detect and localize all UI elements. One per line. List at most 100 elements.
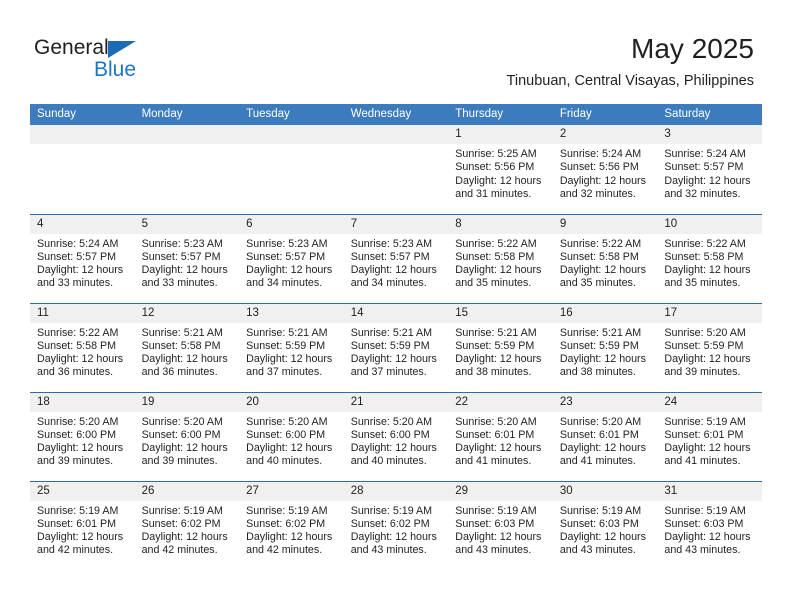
sunset-time: Sunset: 6:03 PM [455, 517, 535, 530]
calendar-day-cell[interactable]: 1 Sunrise: 5:25 AM Sunset: 5:56 PM Daylight… [448, 125, 553, 214]
daylight-duration-line1: Daylight: 12 hours [141, 264, 228, 277]
calendar-day-cell[interactable]: 22 Sunrise: 5:20 AM Sunset: 6:01 PM Dayligh… [448, 391, 553, 481]
sunrise-time: Sunrise: 5:20 AM [350, 415, 433, 428]
daylight-duration-line2: and 31 minutes. [455, 187, 532, 200]
daylight-duration-line1: Daylight: 12 hours [664, 174, 751, 187]
calendar-day-cell[interactable]: 14 Sunrise: 5:21 AM Sunset: 5:59 PM Dayligh… [343, 302, 449, 392]
daylight-duration-line1: Daylight: 12 hours [350, 442, 437, 455]
calendar-cell-inner: 27 Sunrise: 5:19 AM Sunset: 6:02 PM Dayligh… [239, 481, 344, 571]
calendar-head: Sunday Monday Tuesday Wednesday Thursday… [30, 104, 762, 125]
calendar-cell-inner: 23 Sunrise: 5:20 AM Sunset: 6:01 PM Dayligh… [552, 392, 658, 481]
calendar-day-cell[interactable]: 25 Sunrise: 5:19 AM Sunset: 6:01 PM Dayligh… [30, 480, 135, 570]
daylight-duration-line2: and 43 minutes. [455, 544, 532, 557]
daylight-duration-line1: Daylight: 12 hours [246, 531, 333, 544]
day-number: 14 [343, 303, 449, 323]
calendar-day-cell[interactable]: 7 Sunrise: 5:23 AM Sunset: 5:57 PM Daylight… [343, 213, 449, 303]
daylight-duration-line2: and 35 minutes. [559, 277, 636, 290]
calendar-cell-inner [239, 125, 344, 214]
daylight-duration-line2: and 40 minutes. [350, 455, 427, 468]
sunset-time: Sunset: 5:56 PM [559, 161, 639, 174]
calendar-day-cell[interactable]: 11 Sunrise: 5:22 AM Sunset: 5:58 PM Dayligh… [30, 302, 135, 392]
sunrise-time: Sunrise: 5:19 AM [664, 504, 746, 517]
day-details: Sunrise: 5:19 AM Sunset: 6:01 PM Daylight:… [657, 412, 762, 469]
calendar-day-cell[interactable]: 19 Sunrise: 5:20 AM Sunset: 6:00 PM Dayligh… [134, 391, 240, 481]
daylight-duration-line2: and 41 minutes. [559, 455, 636, 468]
calendar-day-cell[interactable]: 27 Sunrise: 5:19 AM Sunset: 6:02 PM Dayligh… [239, 480, 344, 571]
sunset-time: Sunset: 5:58 PM [664, 250, 744, 263]
calendar-cell-inner: 9 Sunrise: 5:22 AM Sunset: 5:58 PM Daylight… [552, 214, 658, 303]
calendar-day-cell[interactable]: 12 Sunrise: 5:21 AM Sunset: 5:58 PM Dayligh… [134, 302, 240, 392]
day-number: 25 [30, 481, 135, 501]
calendar-day-cell[interactable]: 3 Sunrise: 5:24 AM Sunset: 5:57 PM Daylight… [657, 125, 762, 214]
calendar-day-cell[interactable]: 29 Sunrise: 5:19 AM Sunset: 6:03 PM Dayligh… [448, 480, 553, 570]
sunset-time: Sunset: 6:02 PM [141, 517, 221, 530]
calendar-day-cell[interactable]: 24 Sunrise: 5:19 AM Sunset: 6:01 PM Dayligh… [657, 391, 762, 481]
day-number: 10 [657, 214, 762, 234]
daylight-duration-line2: and 35 minutes. [664, 277, 741, 290]
sunset-time: Sunset: 6:00 PM [141, 428, 221, 441]
day-number: 26 [134, 481, 240, 501]
calendar-day-cell[interactable]: 10 Sunrise: 5:22 AM Sunset: 5:58 PM Dayligh… [657, 213, 762, 303]
daylight-duration-line1: Daylight: 12 hours [664, 353, 751, 366]
calendar-day-cell[interactable]: 2 Sunrise: 5:24 AM Sunset: 5:56 PM Daylight… [552, 125, 658, 214]
sunset-time: Sunset: 5:58 PM [37, 339, 117, 352]
weekday-header-sunday: Sunday [30, 104, 135, 125]
logo-text-blue: Blue [94, 58, 137, 81]
calendar-day-cell[interactable]: 31 Sunrise: 5:19 AM Sunset: 6:03 PM Dayligh… [657, 480, 762, 570]
calendar-day-cell[interactable]: 23 Sunrise: 5:20 AM Sunset: 6:01 PM Dayligh… [552, 391, 658, 481]
logo-triangle-icon [108, 41, 136, 58]
daylight-duration-line2: and 42 minutes. [37, 544, 114, 557]
day-details: Sunrise: 5:20 AM Sunset: 6:00 PM Daylight:… [344, 412, 449, 469]
calendar-day-cell[interactable]: 6 Sunrise: 5:23 AM Sunset: 5:57 PM Daylight… [239, 213, 344, 303]
calendar-day-cell[interactable]: 30 Sunrise: 5:19 AM Sunset: 6:03 PM Dayligh… [552, 480, 658, 570]
day-details: Sunrise: 5:22 AM Sunset: 5:58 PM Daylight:… [448, 234, 553, 291]
day-number: 19 [134, 392, 240, 412]
daylight-duration-line1: Daylight: 12 hours [455, 353, 542, 366]
daylight-duration-line2: and 38 minutes. [455, 366, 532, 379]
daylight-duration-line2: and 42 minutes. [246, 544, 323, 557]
day-details: Sunrise: 5:25 AM Sunset: 5:56 PM Daylight:… [448, 144, 553, 201]
calendar-cell-inner: 12 Sunrise: 5:21 AM Sunset: 5:58 PM Dayligh… [134, 303, 240, 392]
calendar-cell-inner [134, 125, 240, 214]
daylight-duration-line2: and 43 minutes. [350, 544, 427, 557]
daylight-duration-line1: Daylight: 12 hours [455, 531, 542, 544]
daylight-duration-line1: Daylight: 12 hours [350, 353, 437, 366]
calendar-cell-empty [343, 125, 449, 214]
sunrise-time: Sunrise: 5:19 AM [455, 504, 537, 517]
day-number: 11 [30, 303, 135, 323]
calendar-week-row: 18 Sunrise: 5:20 AM Sunset: 6:00 PM Dayligh… [30, 391, 762, 481]
calendar-day-cell[interactable]: 9 Sunrise: 5:22 AM Sunset: 5:58 PM Daylight… [552, 213, 658, 303]
sunset-time: Sunset: 6:03 PM [664, 517, 744, 530]
day-number: 29 [448, 481, 553, 501]
sunrise-time: Sunrise: 5:19 AM [664, 415, 746, 428]
calendar-day-cell[interactable]: 15 Sunrise: 5:21 AM Sunset: 5:59 PM Dayligh… [448, 302, 553, 392]
day-details: Sunrise: 5:21 AM Sunset: 5:59 PM Daylight:… [553, 323, 658, 380]
sunset-time: Sunset: 5:59 PM [664, 339, 744, 352]
calendar-day-cell[interactable]: 20 Sunrise: 5:20 AM Sunset: 6:00 PM Dayligh… [239, 391, 344, 481]
calendar-day-cell[interactable]: 26 Sunrise: 5:19 AM Sunset: 6:02 PM Dayligh… [134, 480, 240, 570]
calendar-day-cell[interactable]: 17 Sunrise: 5:20 AM Sunset: 5:59 PM Dayligh… [657, 302, 762, 392]
calendar-day-cell[interactable]: 8 Sunrise: 5:22 AM Sunset: 5:58 PM Daylight… [448, 213, 553, 303]
calendar-week-row: 1 Sunrise: 5:25 AM Sunset: 5:56 PM Daylight… [30, 125, 762, 214]
day-details: Sunrise: 5:19 AM Sunset: 6:02 PM Daylight:… [239, 501, 344, 558]
day-details: Sunrise: 5:24 AM Sunset: 5:56 PM Daylight:… [553, 144, 658, 201]
calendar-day-cell[interactable]: 16 Sunrise: 5:21 AM Sunset: 5:59 PM Dayligh… [552, 302, 658, 392]
general-blue-logo[interactable]: General Blue [34, 36, 264, 88]
sunrise-time: Sunrise: 5:19 AM [37, 504, 119, 517]
day-number: 4 [30, 214, 135, 234]
calendar-cell-inner [30, 125, 135, 214]
calendar-day-cell[interactable]: 21 Sunrise: 5:20 AM Sunset: 6:00 PM Dayligh… [343, 391, 449, 481]
calendar-day-cell[interactable]: 18 Sunrise: 5:20 AM Sunset: 6:00 PM Dayligh… [30, 391, 135, 481]
calendar-day-cell[interactable]: 5 Sunrise: 5:23 AM Sunset: 5:57 PM Daylight… [134, 213, 240, 303]
day-number: 16 [552, 303, 658, 323]
calendar-body: 1 Sunrise: 5:25 AM Sunset: 5:56 PM Daylight… [30, 125, 762, 570]
day-details: Sunrise: 5:20 AM Sunset: 5:59 PM Daylight:… [657, 323, 762, 380]
day-details: Sunrise: 5:24 AM Sunset: 5:57 PM Daylight:… [30, 234, 135, 291]
sunrise-time: Sunrise: 5:21 AM [350, 326, 433, 339]
calendar-day-cell[interactable]: 28 Sunrise: 5:19 AM Sunset: 6:02 PM Dayligh… [343, 480, 449, 570]
sunset-time: Sunset: 5:57 PM [350, 250, 430, 263]
sunset-time: Sunset: 6:02 PM [350, 517, 430, 530]
calendar-day-cell[interactable]: 13 Sunrise: 5:21 AM Sunset: 5:59 PM Dayligh… [239, 302, 344, 392]
day-details: Sunrise: 5:19 AM Sunset: 6:03 PM Daylight:… [553, 501, 658, 558]
calendar-day-cell[interactable]: 4 Sunrise: 5:24 AM Sunset: 5:57 PM Daylight… [30, 213, 135, 303]
